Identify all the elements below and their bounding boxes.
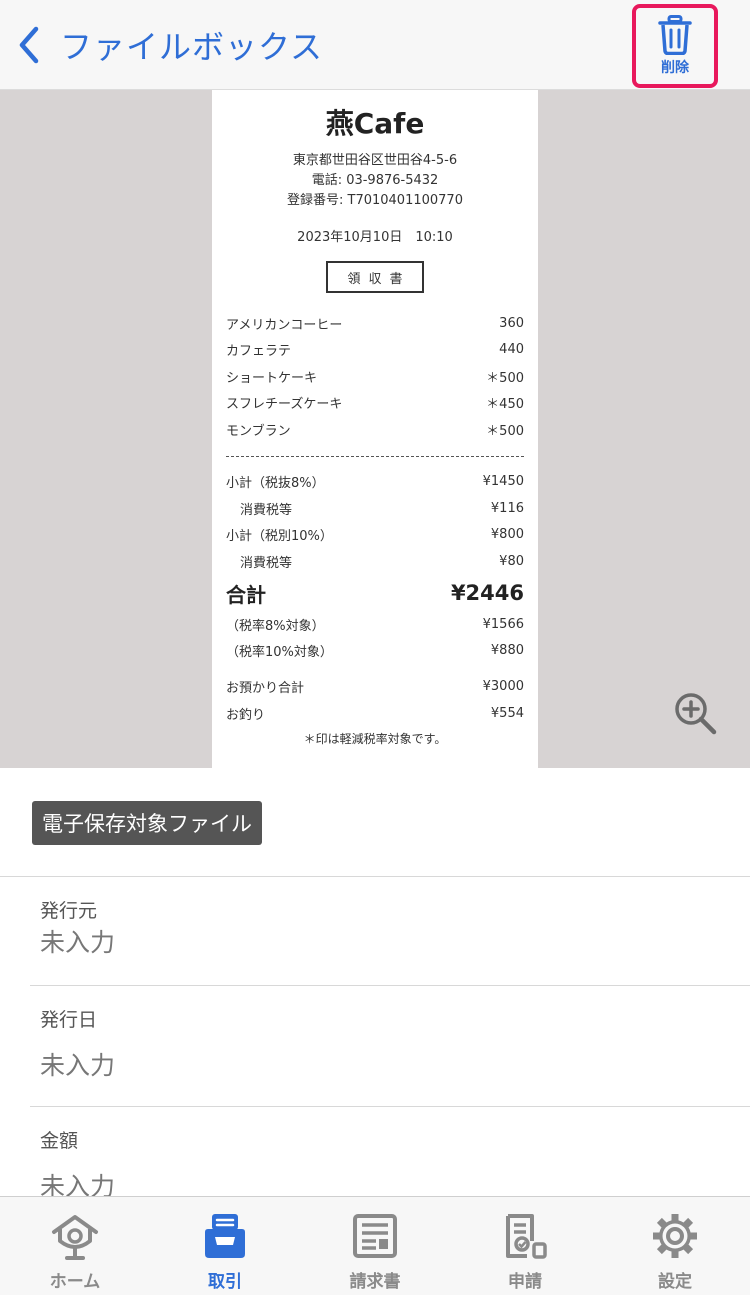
receipt-subtotal: 消費税等 ¥80 xyxy=(226,551,524,571)
subtotal-value: ¥116 xyxy=(490,500,524,516)
header-bar: ファイルボックス 削除 xyxy=(0,0,750,90)
item-price: ＊500 xyxy=(486,423,524,439)
issuer-field[interactable]: 未入力 xyxy=(40,923,115,959)
amount-label: 金額 xyxy=(40,1130,79,1152)
receipt-image: 燕Cafe 東京都世田谷区世田谷4-5-6 電話: 03-9876-5432 登… xyxy=(212,90,538,768)
tab-label: 設定 xyxy=(658,1272,692,1292)
receipt-divider xyxy=(226,456,524,457)
receipt-phone: 電話: 03-9876-5432 xyxy=(311,173,439,188)
field-divider xyxy=(30,985,750,986)
payment-value: ¥3000 xyxy=(482,678,524,694)
issue-date-field[interactable]: 未入力 xyxy=(40,1046,115,1082)
back-button[interactable]: ファイルボックス xyxy=(14,20,323,70)
payment-name: お預かり合計 xyxy=(226,680,305,696)
receipt-shop-name: 燕Cafe xyxy=(325,107,425,140)
tab-settings[interactable]: 設定 xyxy=(600,1197,750,1295)
tax-name: （税率10%対象） xyxy=(226,644,333,660)
item-price: ＊450 xyxy=(486,396,524,412)
subtotal-name: 消費税等 xyxy=(240,502,293,518)
item-name: アメリカンコーヒー xyxy=(226,317,343,333)
total-label: 合計 xyxy=(226,582,266,607)
receipt-tax-breakdown: （税率10%対象） ¥880 xyxy=(226,640,524,660)
subtotal-name: 消費税等 xyxy=(240,555,293,571)
home-icon xyxy=(52,1215,98,1260)
subtotal-value: ¥1450 xyxy=(482,473,524,489)
tab-label: ホーム xyxy=(49,1272,101,1292)
tab-label: 取引 xyxy=(208,1272,242,1292)
receipt-item: モンブラン ＊500 xyxy=(226,419,524,439)
receipt-payment: お預かり合計 ¥3000 xyxy=(226,676,524,696)
tax-value: ¥1566 xyxy=(482,616,524,632)
subtotal-name: 小計（税別10%） xyxy=(226,528,333,544)
chevron-left-icon xyxy=(19,26,39,64)
tab-applications[interactable]: 申請 xyxy=(450,1197,600,1295)
receipt-subtotal: 小計（税別10%） ¥800 xyxy=(226,524,524,544)
delete-label: 削除 xyxy=(661,60,689,76)
item-name: スフレチーズケーキ xyxy=(226,396,343,412)
receipt-item: カフェラテ 440 xyxy=(226,339,524,359)
item-name: モンブラン xyxy=(226,423,291,439)
subtotal-name: 小計（税抜8%） xyxy=(226,475,325,491)
issuer-label: 発行元 xyxy=(40,900,98,922)
trash-icon xyxy=(658,15,692,55)
payment-value: ¥554 xyxy=(490,705,524,721)
receipt-subtotal: 小計（税抜8%） ¥1450 xyxy=(226,471,524,491)
receipt-item: ショートケーキ ＊500 xyxy=(226,366,524,386)
tab-home[interactable]: ホーム xyxy=(0,1197,150,1295)
zoom-in-icon[interactable] xyxy=(672,690,718,736)
application-icon xyxy=(506,1214,547,1259)
tax-value: ¥880 xyxy=(490,642,524,658)
receipt-doc-title: 領収書 xyxy=(326,261,424,293)
subtotal-value: ¥800 xyxy=(490,526,524,542)
back-label: ファイルボックス xyxy=(60,28,324,66)
inbox-icon xyxy=(205,1214,245,1258)
tab-label: 請求書 xyxy=(349,1272,401,1292)
receipt-payment: お釣り ¥554 xyxy=(226,703,524,723)
receipt-item: スフレチーズケーキ ＊450 xyxy=(226,392,524,412)
issue-date-label: 発行日 xyxy=(40,1009,98,1031)
tab-transactions[interactable]: 取引 xyxy=(150,1197,300,1295)
item-name: ショートケーキ xyxy=(226,370,318,386)
item-name: カフェラテ xyxy=(226,343,292,359)
receipt-address: 東京都世田谷区世田谷4-5-6 xyxy=(292,153,458,168)
tab-invoices[interactable]: 請求書 xyxy=(300,1197,450,1295)
receipt-preview[interactable]: 燕Cafe 東京都世田谷区世田谷4-5-6 電話: 03-9876-5432 登… xyxy=(0,90,750,768)
receipt-total: 合計 ¥2446 xyxy=(226,579,524,607)
tax-name: （税率8%対象） xyxy=(226,618,325,634)
tab-label: 申請 xyxy=(508,1272,542,1292)
receipt-datetime: 2023年10月10日 10:10 xyxy=(297,230,453,245)
receipt-subtotal: 消費税等 ¥116 xyxy=(226,498,524,518)
field-divider xyxy=(30,1106,750,1107)
tab-bar: ホーム 取引 請求書 申請 設定 xyxy=(0,1196,750,1295)
e-storage-badge: 電子保存対象ファイル xyxy=(32,801,262,845)
subtotal-value: ¥80 xyxy=(499,553,524,569)
receipt-registration: 登録番号: T7010401100770 xyxy=(287,193,463,208)
payment-name: お釣り xyxy=(226,707,266,723)
item-price: ＊500 xyxy=(486,370,524,386)
item-price: 440 xyxy=(499,341,524,357)
receipt-item: アメリカンコーヒー 360 xyxy=(226,313,524,333)
total-value: ¥2446 xyxy=(450,581,524,605)
section-divider xyxy=(0,876,750,877)
item-price: 360 xyxy=(499,315,524,331)
receipt-tax-breakdown: （税率8%対象） ¥1566 xyxy=(226,614,524,634)
receipt-note: ＊印は軽減税率対象です。 xyxy=(303,732,447,746)
delete-button[interactable]: 削除 xyxy=(632,4,718,88)
gear-icon xyxy=(653,1214,697,1258)
invoice-icon xyxy=(353,1214,397,1258)
